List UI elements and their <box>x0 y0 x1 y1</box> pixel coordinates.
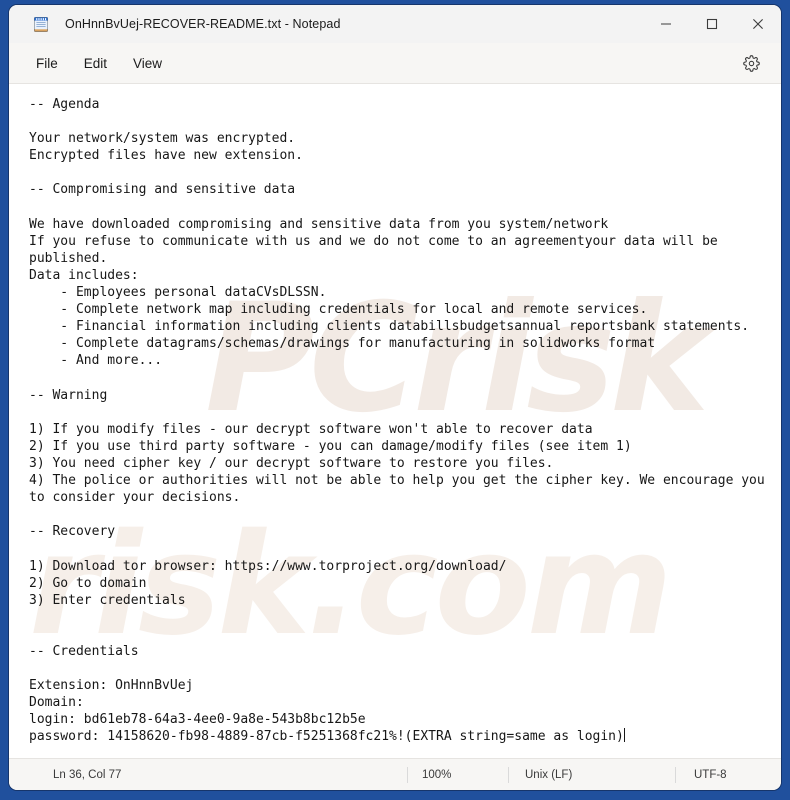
text-line: -- Warning <box>29 387 108 403</box>
text-line <box>29 506 767 523</box>
menu-item-edit[interactable]: Edit <box>75 51 116 76</box>
text-line: 3) Enter credentials <box>29 592 186 608</box>
text-line: to consider your decisions. <box>29 490 241 506</box>
text-line: -- Compromising and sensitive data <box>29 182 296 198</box>
text-line: - Complete datagrams/schemas/drawings fo… <box>29 336 656 352</box>
minimize-button[interactable] <box>643 5 689 43</box>
text-line: We have downloaded compromising and sens… <box>29 216 609 232</box>
notepad-window: OnHnnBvUej-RECOVER-README.txt - Notepad <box>9 5 781 790</box>
text-line: -- Credentials <box>29 644 139 659</box>
text-line: Your network/system was encrypted. <box>29 131 296 147</box>
settings-button[interactable] <box>737 49 765 77</box>
text-line: - And more... <box>29 353 163 369</box>
text-line <box>29 626 767 643</box>
text-line <box>29 113 767 130</box>
status-zoom-level[interactable]: 100% <box>407 766 508 783</box>
text-line: 4) The police or authorities will not be… <box>29 473 765 489</box>
text-line: 2) If you use third party software - you… <box>29 438 632 454</box>
status-bar: Ln 36, Col 77 100% Unix (LF) UTF-8 <box>9 758 781 790</box>
text-line: password: 14158620-fb98-4889-87cb-f52513… <box>29 728 625 745</box>
text-line: published. <box>29 250 108 266</box>
text-line: 3) You need cipher key / our decrypt sof… <box>29 455 554 471</box>
text-line: -- Agenda <box>29 97 100 112</box>
menu-item-view[interactable]: View <box>124 51 171 76</box>
text-line <box>29 164 767 181</box>
text-line <box>29 199 767 216</box>
gear-icon <box>742 54 760 72</box>
maximize-button[interactable] <box>689 5 735 43</box>
text-editor-area[interactable]: PCrisk risk.com -- Agenda Your network/s… <box>9 84 781 758</box>
maximize-icon <box>706 18 718 30</box>
window-title: OnHnnBvUej-RECOVER-README.txt - Notepad <box>65 17 341 31</box>
text-line: - Complete network map including credent… <box>29 302 648 318</box>
text-line <box>29 660 767 677</box>
menu-item-file[interactable]: File <box>27 51 67 76</box>
status-cursor-position: Ln 36, Col 77 <box>53 768 122 781</box>
text-line: - Employees personal dataCVsDLSSN. <box>29 285 327 301</box>
status-encoding[interactable]: UTF-8 <box>675 766 741 783</box>
text-line <box>29 609 767 626</box>
text-caret <box>623 728 625 743</box>
text-line: - Financial information including client… <box>29 319 750 335</box>
title-bar[interactable]: OnHnnBvUej-RECOVER-README.txt - Notepad <box>9 5 781 43</box>
text-line: Data includes: <box>29 267 139 283</box>
close-button[interactable] <box>735 5 781 43</box>
status-line-ending[interactable]: Unix (LF) <box>508 766 675 783</box>
text-line: Extension: OnHnnBvUej <box>29 678 194 694</box>
close-icon <box>753 19 763 29</box>
document-text[interactable]: -- Agenda Your network/system was encryp… <box>9 84 781 746</box>
text-line <box>29 404 767 421</box>
text-line: 1) Download tor browser: https://www.tor… <box>29 558 507 574</box>
text-line: login: bd61eb78-64a3-4ee0-9a8e-543b8bc12… <box>29 712 366 728</box>
text-line: 2) Go to domain <box>29 575 147 591</box>
text-line: Domain: <box>29 695 84 711</box>
text-line: -- Recovery <box>29 524 116 540</box>
text-line: 1) If you modify files - our decrypt sof… <box>29 421 593 437</box>
text-line <box>29 540 767 557</box>
text-line: If you refuse to communicate with us and… <box>29 233 718 249</box>
menu-bar: File Edit View <box>9 43 781 84</box>
minimize-icon <box>661 23 671 25</box>
text-line: Encrypted files have new extension. <box>29 148 303 164</box>
desktop-background: OnHnnBvUej-RECOVER-README.txt - Notepad <box>0 0 790 800</box>
notepad-icon <box>33 15 49 33</box>
text-line <box>29 370 767 387</box>
